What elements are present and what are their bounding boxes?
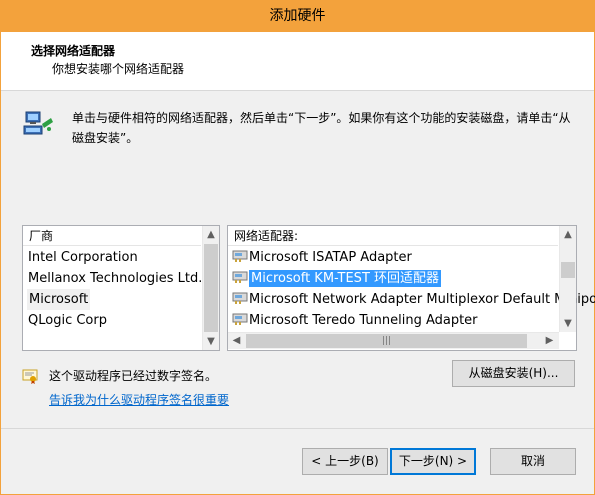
network-adapter-icon: [23, 109, 55, 139]
next-button[interactable]: 下一步(N) >: [390, 448, 476, 475]
adapter-item[interactable]: Microsoft Network Adapter Multiplexor De…: [232, 289, 595, 310]
scroll-up-arrow-icon[interactable]: ▲: [203, 226, 219, 243]
scroll-thumb[interactable]: [204, 244, 218, 332]
manufacturer-item[interactable]: Mellanox Technologies Ltd.: [28, 268, 202, 289]
scroll-thumb[interactable]: [561, 262, 575, 278]
back-button[interactable]: < 上一步(B): [302, 448, 388, 475]
driver-signed-text: 这个驱动程序已经过数字签名。: [49, 369, 218, 383]
manufacturer-scrollbar[interactable]: ▲ ▼: [202, 226, 219, 350]
adapter-horizontal-scrollbar[interactable]: ◀ ||| ▶: [228, 332, 559, 349]
scroll-down-arrow-icon[interactable]: ▼: [203, 333, 219, 350]
adapter-item-icon: [232, 249, 248, 263]
manufacturer-item[interactable]: QLogic Corp: [28, 310, 107, 331]
adapter-column-header: 网络适配器:: [228, 226, 558, 246]
scroll-left-arrow-icon[interactable]: ◀: [228, 333, 245, 349]
adapter-item[interactable]: Microsoft ISATAP Adapter: [232, 247, 412, 268]
window-title: 添加硬件: [1, 1, 594, 32]
manufacturer-column-header: 厂商: [23, 226, 201, 246]
network-adapter-list[interactable]: 网络适配器: Microsoft ISATAP Adapter Microsof…: [227, 225, 595, 351]
cancel-button[interactable]: 取消: [490, 448, 576, 475]
add-hardware-dialog: 添加硬件 选择网络适配器 你想安装哪个网络适配器 单击与硬件相符的网络适配器，然…: [0, 0, 595, 495]
scroll-down-arrow-icon[interactable]: ▼: [560, 315, 576, 332]
footer-separator: [1, 428, 594, 429]
header-title: 选择网络适配器: [31, 44, 116, 58]
header-subtitle: 你想安装哪个网络适配器: [52, 62, 185, 76]
adapter-item-icon: [232, 270, 248, 284]
scroll-up-arrow-icon[interactable]: ▲: [560, 226, 576, 243]
manufacturer-item[interactable]: Intel Corporation: [28, 247, 138, 268]
adapter-item-icon: [232, 291, 248, 305]
driver-signing-link[interactable]: 告诉我为什么驱动程序签名很重要: [49, 391, 229, 408]
wizard-header: 选择网络适配器 你想安装哪个网络适配器: [1, 32, 594, 91]
manufacturer-list[interactable]: 厂商 Intel Corporation Mellanox Technologi…: [22, 225, 220, 351]
manufacturer-item-selected[interactable]: Microsoft: [27, 289, 91, 310]
certificate-icon: [22, 368, 38, 384]
adapter-item-selected[interactable]: Microsoft KM-TEST 环回适配器: [232, 268, 442, 289]
adapter-item-icon: [232, 312, 248, 326]
adapter-vertical-scrollbar[interactable]: ▲ ▼: [559, 226, 576, 332]
adapter-item[interactable]: Microsoft Teredo Tunneling Adapter: [232, 310, 478, 331]
scroll-right-arrow-icon[interactable]: ▶: [541, 333, 558, 349]
instruction-text: 单击与硬件相符的网络适配器，然后单击“下一步”。如果你有这个功能的安装磁盘，请单…: [72, 111, 571, 145]
horizontal-scroll-thumb[interactable]: |||: [246, 334, 527, 348]
have-disk-button[interactable]: 从磁盘安装(H)...: [452, 360, 575, 387]
